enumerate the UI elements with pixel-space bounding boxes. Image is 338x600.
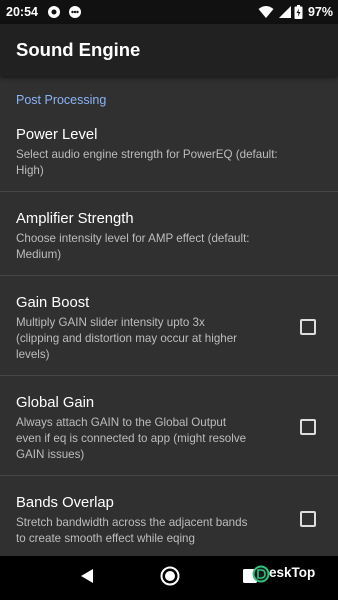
- dots-status-icon: [69, 6, 81, 18]
- back-icon[interactable]: [80, 568, 94, 584]
- pref-summary-line: Select audio engine strength for PowerEQ…: [16, 148, 278, 161]
- pref-summary-line: (clipping and distortion may occur at hi…: [16, 332, 238, 345]
- pref-global-gain[interactable]: Global Gain Always attach GAIN to the Gl…: [0, 376, 338, 476]
- signal-icon: [279, 6, 291, 18]
- watermark-d-icon: [252, 565, 270, 583]
- watermark-text: eskTop: [269, 565, 316, 580]
- pref-gain-boost[interactable]: Gain Boost Multiply GAIN slider intensit…: [0, 276, 338, 376]
- settings-list[interactable]: Post Processing Power Level Select audio…: [0, 76, 338, 556]
- home-icon[interactable]: [160, 566, 180, 586]
- pref-summary-line: GAIN issues): [16, 448, 85, 461]
- app-bar: Sound Engine: [0, 24, 338, 76]
- pref-bands-overlap[interactable]: Bands Overlap Stretch bandwidth across t…: [0, 476, 338, 556]
- pref-summary-line: levels): [16, 348, 50, 361]
- pref-title: Power Level: [16, 127, 98, 143]
- bands-overlap-checkbox[interactable]: [300, 511, 316, 527]
- section-header: Post Processing: [16, 93, 107, 107]
- status-bar: 20:54 97%: [0, 0, 338, 24]
- pref-summary-line: Medium): [16, 248, 62, 261]
- pref-summary-line: to create smooth effect while eqing: [16, 532, 195, 545]
- pref-summary-line: Choose intensity level for AMP effect (d…: [16, 232, 250, 245]
- pref-title: Bands Overlap: [16, 495, 114, 511]
- pref-title: Amplifier Strength: [16, 211, 134, 227]
- global-gain-checkbox[interactable]: [300, 419, 316, 435]
- wifi-icon: [258, 6, 274, 18]
- page-title: Sound Engine: [16, 39, 141, 60]
- pref-amplifier-strength[interactable]: Amplifier Strength Choose intensity leve…: [0, 192, 338, 276]
- battery-icon: [294, 5, 303, 19]
- circle-status-icon: [48, 6, 60, 18]
- pref-summary-line: Multiply GAIN slider intensity upto 3x: [16, 316, 205, 329]
- pref-power-level[interactable]: Power Level Select audio engine strength…: [0, 116, 338, 192]
- battery-percent: 97%: [307, 5, 333, 19]
- pref-summary-line: Stretch bandwidth across the adjacent ba…: [16, 516, 248, 529]
- pref-summary-line: Always attach GAIN to the Global Output: [16, 416, 227, 429]
- status-time: 20:54: [6, 5, 38, 19]
- pref-summary-line: High): [16, 164, 44, 177]
- pref-title: Global Gain: [16, 395, 95, 411]
- gain-boost-checkbox[interactable]: [300, 319, 316, 335]
- pref-summary-line: even if eq is connected to app (might re…: [16, 432, 247, 445]
- pref-title: Gain Boost: [16, 295, 90, 311]
